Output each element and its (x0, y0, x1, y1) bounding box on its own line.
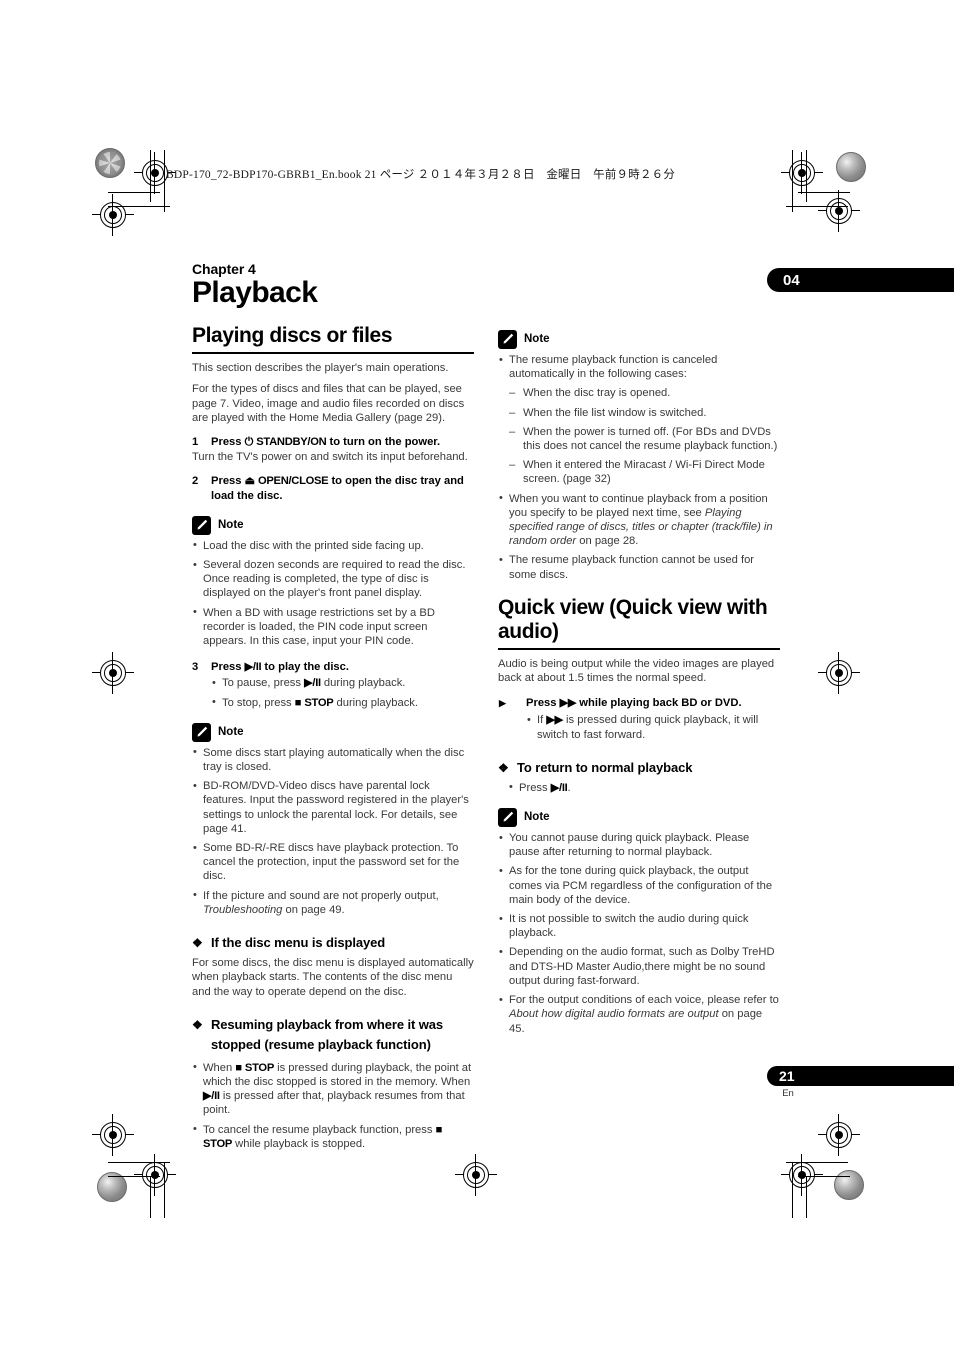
step-2: 2 Press ⏏ OPEN/CLOSE to open the disc tr… (192, 474, 474, 502)
note-block-4: Note You cannot pause during quick playb… (498, 808, 780, 1036)
step-3-text: Press ▶/II to play the disc. (211, 661, 349, 674)
list-item: You cannot pause during quick playback. … (498, 831, 780, 859)
list-item: To stop, press ■ STOP during playback. (211, 695, 474, 710)
note-4-title: Note (524, 811, 550, 824)
step-2-text: Press ⏏ OPEN/CLOSE to open the disc tray… (211, 475, 464, 502)
quick-view-step: Press ▶▶ while playing back BD or DVD. (498, 696, 780, 710)
list-item: The resume playback function is canceled… (498, 353, 780, 487)
note-4-header: Note (498, 808, 780, 828)
page-number-tab: 21 (767, 1066, 954, 1086)
registration-mark-bottom-right-upper (818, 1114, 860, 1156)
step-3-number: 3 (192, 661, 199, 674)
note-4-list: You cannot pause during quick playback. … (498, 831, 780, 1036)
page-title: Playback (192, 276, 318, 310)
registration-mark-mid-left (92, 652, 134, 694)
registration-color-patch-bottom-left (97, 1172, 127, 1202)
note-1-header: Note (192, 515, 474, 535)
step-2-number: 2 (192, 475, 199, 488)
list-item: When the power is turned off. (For BDs a… (509, 425, 780, 453)
list-item: If ▶▶ is pressed during quick playback, … (526, 713, 780, 741)
step-1-subtext: Turn the TV's power on and switch its in… (192, 451, 468, 464)
subsection-disc-menu-body: For some discs, the disc menu is display… (192, 957, 474, 998)
step-1-number: 1 (192, 436, 199, 449)
note-2-list: Some discs start playing automatically w… (192, 745, 474, 917)
left-column: Chapter 4 Playback Playing discs or file… (192, 262, 474, 1151)
cross-reference-italic: Playing specified range of discs, titles… (509, 506, 773, 548)
list-item: It is not possible to switch the audio d… (498, 912, 780, 940)
list-item: BD-ROM/DVD-Video discs have parental loc… (192, 779, 474, 836)
note-3-list: The resume playback function is canceled… (498, 353, 780, 582)
note-2-header: Note (192, 722, 474, 742)
note-2-title: Note (218, 726, 244, 739)
list-item: Several dozen seconds are required to re… (192, 558, 474, 601)
list-item: Depending on the audio format, such as D… (498, 945, 780, 988)
list-item: When you want to continue playback from … (498, 491, 780, 549)
registration-mark-bottom-right (781, 1154, 823, 1196)
subheading-disc-menu: If the disc menu is displayed (192, 933, 474, 953)
registration-mark-mid-right (818, 652, 860, 694)
section-heading-playing-discs: Playing discs or files (192, 323, 474, 355)
registration-mark-bottom-left-upper (92, 1114, 134, 1156)
registration-mark-bottom-left (134, 1154, 176, 1196)
note-3-dash-list: When the disc tray is opened. When the f… (509, 386, 780, 486)
section-heading-quick-view: Quick view (Quick view with audio) (498, 596, 780, 650)
right-column: Note The resume playback function is can… (498, 330, 780, 1036)
intro-paragraph-2: For the types of discs and files that ca… (192, 383, 465, 424)
note-1-list: Load the disc with the printed side faci… (192, 538, 474, 649)
list-item: To cancel the resume playback function, … (192, 1122, 474, 1151)
pencil-note-icon (498, 808, 517, 828)
cross-reference-italic: About how digital audio formats are outp… (509, 1008, 719, 1021)
registration-mark-top-right (781, 152, 823, 194)
print-header-text: BDP-170_72-BDP170-GBRB1_En.book 21 ページ ２… (166, 169, 676, 181)
list-item: For the output conditions of each voice,… (498, 993, 780, 1036)
list-item: The resume playback function cannot be u… (498, 553, 780, 581)
subheading-return-normal-playback: To return to normal playback (498, 758, 780, 778)
registration-color-patch-top-left (95, 148, 125, 178)
step-1-text: Press ⏻ STANDBY/ON to turn on the power. (211, 436, 441, 449)
list-item: Some BD-R/-RE discs have playback protec… (192, 841, 474, 884)
note-block-1: Note Load the disc with the printed side… (192, 515, 474, 649)
page-number-label: 21 (779, 1068, 795, 1084)
list-item: When the file list window is switched. (509, 406, 780, 420)
list-item: When a BD with usage restrictions set by… (192, 605, 474, 649)
chapter-label: Chapter 4 (192, 261, 256, 277)
chapter-number-tab: 04 (767, 268, 954, 292)
registration-color-patch-top-right (836, 152, 866, 182)
registration-mark-top-left-lower (92, 194, 134, 236)
note-3-header: Note (498, 330, 780, 349)
list-item: Some discs start playing automatically w… (192, 745, 474, 774)
return-normal-playback-list: Press ▶/II. (498, 780, 780, 795)
intro-paragraph-1: This section describes the player's main… (192, 362, 449, 375)
pencil-note-icon (192, 722, 211, 742)
list-item: When it entered the Miracast / Wi-Fi Dir… (509, 458, 780, 486)
list-item: If the picture and sound are not properl… (192, 888, 474, 917)
note-3-lead-text: The resume playback function is canceled… (509, 354, 718, 381)
step-3-list: To pause, press ▶/II during playback. To… (192, 676, 474, 710)
registration-mark-top-right-lower (818, 190, 860, 232)
registration-mark-top-left (134, 152, 176, 194)
quick-view-intro: Audio is being output while the video im… (498, 657, 775, 685)
list-item: To pause, press ▶/II during playback. (211, 676, 474, 690)
list-item: As for the tone during quick playback, t… (498, 864, 780, 907)
subheading-resume-playback: Resuming playback from where it was stop… (192, 1015, 474, 1055)
quick-view-step-list: If ▶▶ is pressed during quick playback, … (498, 713, 780, 741)
list-item: Load the disc with the printed side faci… (192, 538, 474, 553)
note-block-3: Note The resume playback function is can… (498, 330, 780, 582)
list-item: Press ▶/II. (508, 780, 780, 795)
registration-mark-bottom-center (455, 1154, 497, 1196)
step-1: 1 Press ⏻ STANDBY/ON to turn on the powe… (192, 435, 474, 449)
pencil-note-icon (192, 515, 211, 535)
step-3: 3 Press ▶/II to play the disc. (192, 660, 474, 674)
list-item: When the disc tray is opened. (509, 386, 780, 400)
note-1-title: Note (218, 519, 244, 532)
pencil-note-icon (498, 330, 517, 349)
note-3-title: Note (524, 333, 550, 346)
note-block-2: Note Some discs start playing automatica… (192, 722, 474, 917)
chapter-number-label: 04 (783, 271, 800, 289)
registration-color-patch-bottom-right (834, 1170, 864, 1200)
resume-playback-list: When ■ STOP is pressed during playback, … (192, 1060, 474, 1151)
page-language-label: En (782, 1088, 794, 1099)
list-item: When ■ STOP is pressed during playback, … (192, 1060, 474, 1118)
